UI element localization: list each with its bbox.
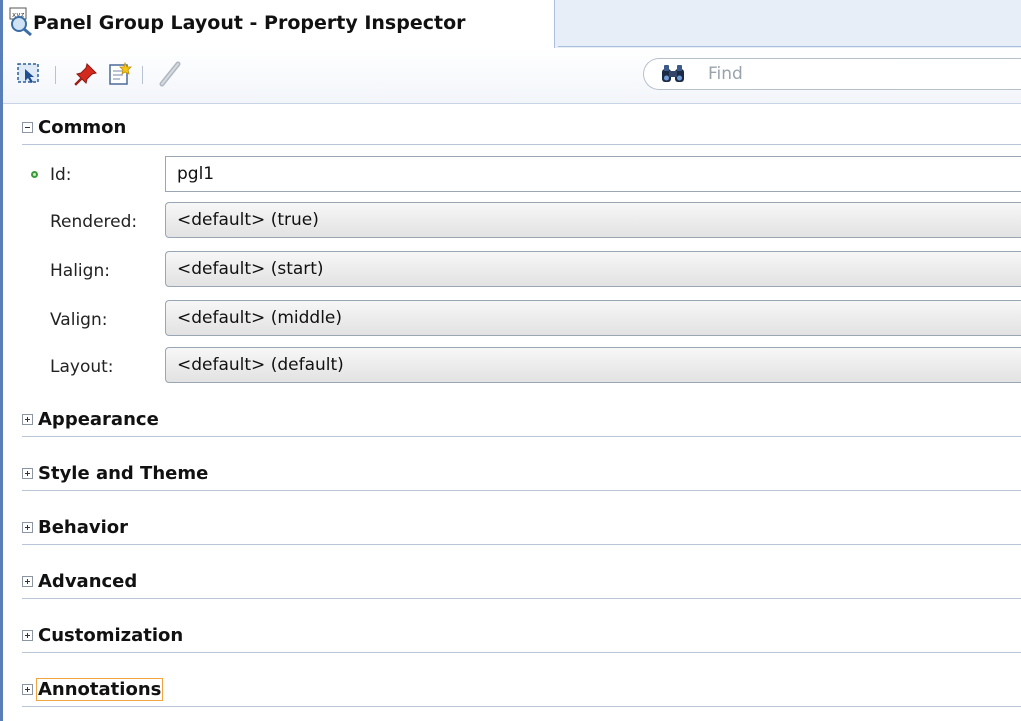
halign-dropdown[interactable]: <default> (start) — [165, 251, 1021, 287]
property-inspector-icon: xyz — [7, 6, 35, 37]
rendered-label: Rendered: — [50, 212, 138, 232]
expand-icon[interactable] — [22, 468, 33, 479]
rendered-value: <default> (true) — [177, 210, 319, 230]
layout-dropdown[interactable]: <default> (default) — [165, 347, 1021, 383]
expand-icon[interactable] — [22, 576, 33, 587]
select-component-icon[interactable] — [16, 61, 42, 87]
valign-dropdown[interactable]: <default> (middle) — [165, 300, 1021, 336]
tab-property-inspector[interactable]: xyz Panel Group Layout - Property Inspec… — [3, 0, 555, 48]
collapse-icon[interactable] — [22, 122, 33, 133]
layout-value: <default> (default) — [177, 355, 344, 375]
expand-icon[interactable] — [22, 414, 33, 425]
window-left-border — [0, 0, 3, 721]
id-value: pgl1 — [177, 164, 215, 184]
pencil-icon[interactable] — [157, 61, 183, 87]
section-appearance[interactable]: Appearance — [22, 406, 1021, 437]
section-customization[interactable]: Customization — [22, 622, 1021, 653]
layout-label: Layout: — [50, 357, 114, 377]
section-annotations-label: Annotations — [35, 678, 164, 701]
window-title: Panel Group Layout - Property Inspector — [33, 12, 466, 34]
section-behavior[interactable]: Behavior — [22, 514, 1021, 545]
binoculars-icon[interactable] — [660, 63, 686, 85]
rendered-dropdown[interactable]: <default> (true) — [165, 202, 1021, 238]
edit-icon[interactable] — [107, 61, 133, 87]
expand-icon[interactable] — [22, 684, 33, 695]
section-style-and-theme[interactable]: Style and Theme — [22, 460, 1021, 491]
halign-label: Halign: — [50, 261, 110, 281]
toolbar-separator — [142, 66, 143, 84]
valign-value: <default> (middle) — [177, 308, 343, 328]
section-common[interactable]: Common — [22, 114, 1021, 145]
id-label: Id: — [50, 165, 72, 185]
toolbar — [3, 48, 1021, 104]
expand-icon[interactable] — [22, 630, 33, 641]
section-common-label: Common — [38, 117, 127, 138]
required-indicator-icon — [31, 171, 38, 178]
toolbar-separator — [55, 66, 56, 84]
section-appearance-label: Appearance — [38, 409, 159, 430]
section-behavior-label: Behavior — [38, 517, 129, 538]
find-input[interactable] — [708, 61, 1008, 87]
tab-strip-divider — [558, 46, 1021, 47]
halign-value: <default> (start) — [177, 259, 324, 279]
valign-label: Valign: — [50, 310, 108, 330]
find-box — [643, 58, 1021, 90]
section-advanced-label: Advanced — [38, 571, 138, 592]
section-annotations[interactable]: Annotations — [22, 676, 1021, 707]
section-style-and-theme-label: Style and Theme — [38, 463, 209, 484]
section-customization-label: Customization — [38, 625, 184, 646]
section-advanced[interactable]: Advanced — [22, 568, 1021, 599]
expand-icon[interactable] — [22, 522, 33, 533]
id-field[interactable]: pgl1 — [165, 156, 1021, 192]
pin-icon[interactable] — [73, 61, 99, 87]
